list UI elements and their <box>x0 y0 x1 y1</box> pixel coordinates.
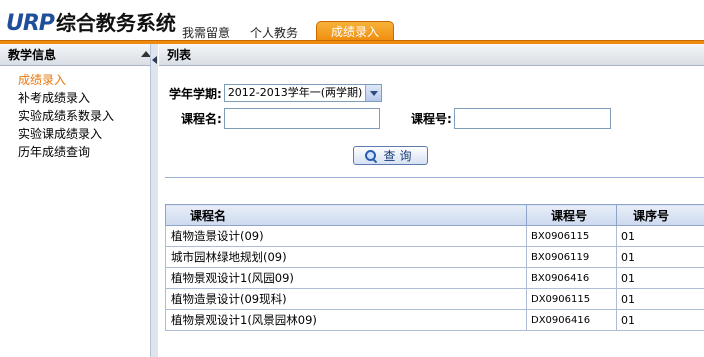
search-button-label: 查询 <box>383 149 416 163</box>
sidebar: 教学信息 成绩录入 补考成绩录入 实验成绩系数录入 实验课成绩录入 历年成绩查询 <box>0 44 158 357</box>
table-header-row: 课程名 课程号 课序号 <box>165 204 704 226</box>
course-code-cell: DX0906115 <box>526 288 617 310</box>
course-code-input[interactable] <box>453 108 611 129</box>
course-code-cell: BX0906119 <box>526 246 617 268</box>
term-label: 学年学期: <box>169 86 222 101</box>
course-code-cell: DX0906416 <box>526 309 617 331</box>
course-name-cell[interactable]: 植物造景设计(09) <box>165 225 527 247</box>
course-seq-cell: 01 <box>616 225 704 247</box>
sidebar-item-grade-entry[interactable]: 成绩录入 <box>18 71 157 89</box>
course-seq-cell: 01 <box>616 288 704 310</box>
course-name-cell[interactable]: 城市园林绿地规划(09) <box>165 246 527 268</box>
course-code-cell: BX0906416 <box>526 267 617 289</box>
table-row[interactable]: 城市园林绿地规划(09) BX0906119 01 <box>165 246 704 268</box>
sidebar-item-lab-course-grade-entry[interactable]: 实验课成绩录入 <box>18 125 157 143</box>
tab-personal-affairs[interactable]: 个人教务 <box>240 22 308 42</box>
course-code-cell: BX0906115 <box>526 225 617 247</box>
course-name-cell[interactable]: 植物景观设计1(风园09) <box>165 267 527 289</box>
sidebar-menu: 成绩录入 补考成绩录入 实验成绩系数录入 实验课成绩录入 历年成绩查询 <box>0 66 157 161</box>
tab-attention[interactable]: 我需留意 <box>172 22 240 42</box>
course-name-input[interactable] <box>223 108 380 129</box>
course-code-row: 课程号: <box>411 108 611 129</box>
table-row[interactable]: 植物造景设计(09) BX0906115 01 <box>165 225 704 247</box>
sidebar-item-makeup-grade-entry[interactable]: 补考成绩录入 <box>18 89 157 107</box>
search-button[interactable]: 查询 <box>353 146 428 165</box>
column-header-course-name[interactable]: 课程名 <box>165 204 527 226</box>
column-header-course-seq[interactable]: 课序号 <box>616 204 704 226</box>
sidebar-header: 教学信息 <box>0 44 157 66</box>
table-row[interactable]: 植物景观设计1(风园09) BX0906416 01 <box>165 267 704 289</box>
table-row[interactable]: 植物景观设计1(风景园林09) DX0906416 01 <box>165 309 704 331</box>
course-seq-cell: 01 <box>616 246 704 268</box>
sidebar-item-grade-history[interactable]: 历年成绩查询 <box>18 143 157 161</box>
section-title: 列表 <box>159 44 704 66</box>
logo-brand: URP <box>6 11 55 36</box>
course-table: 课程名 课程号 课序号 植物造景设计(09) BX0906115 01 城市园林… <box>165 204 704 331</box>
sidebar-title: 教学信息 <box>8 48 57 62</box>
table-row[interactable]: 植物造景设计(09现科) DX0906115 01 <box>165 288 704 310</box>
course-name-label: 课程名: <box>181 112 222 126</box>
course-seq-cell: 01 <box>616 267 704 289</box>
term-select-value: 2012-2013学年一(两学期) <box>227 86 363 99</box>
column-header-course-code[interactable]: 课程号 <box>526 204 617 226</box>
tab-grade-entry[interactable]: 成绩录入 <box>316 21 395 42</box>
collapse-left-icon[interactable] <box>152 56 157 64</box>
sidebar-splitter[interactable] <box>150 44 158 357</box>
search-icon <box>365 149 377 162</box>
term-row: 学年学期: 2012-2013学年一(两学期) <box>169 84 382 102</box>
section-divider <box>165 177 704 178</box>
top-tabs: 我需留意 个人教务 成绩录入 <box>172 21 395 42</box>
term-select[interactable]: 2012-2013学年一(两学期) <box>223 84 382 102</box>
course-name-row: 课程名: <box>181 108 380 129</box>
logo-title: 综合教务系统 <box>55 11 176 35</box>
chevron-down-icon[interactable] <box>364 85 381 101</box>
top-header: URP 综合教务系统 我需留意 个人教务 成绩录入 <box>0 0 704 44</box>
app-logo: URP 综合教务系统 <box>6 7 176 36</box>
main-panel: 列表 学年学期: 2012-2013学年一(两学期) 课程名: 课程号: 查询 … <box>159 44 704 357</box>
course-seq-cell: 01 <box>616 309 704 331</box>
sidebar-item-lab-coefficient-entry[interactable]: 实验成绩系数录入 <box>18 107 157 125</box>
course-name-cell[interactable]: 植物造景设计(09现科) <box>165 288 527 310</box>
course-code-label: 课程号: <box>411 112 452 126</box>
course-name-cell[interactable]: 植物景观设计1(风景园林09) <box>165 309 527 331</box>
